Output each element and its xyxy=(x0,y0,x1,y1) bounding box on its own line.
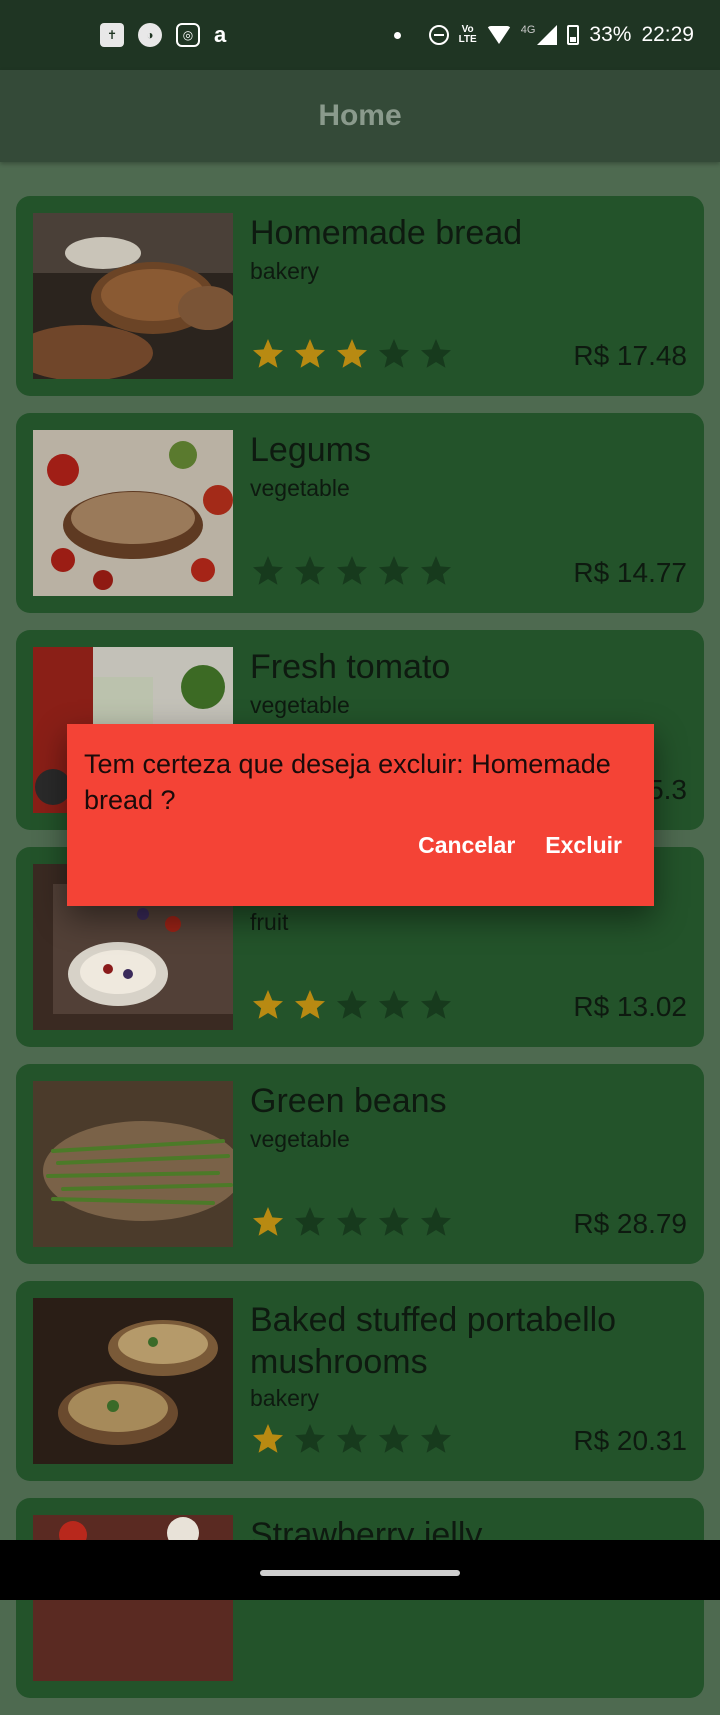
notification-dot-icon xyxy=(393,31,401,39)
product-price: R$ 17.48 xyxy=(573,340,687,371)
star-filled-icon xyxy=(253,339,283,368)
product-category: bakery xyxy=(250,258,320,284)
product-card[interactable]: Legums vegetable R$ 14.77 xyxy=(16,413,704,613)
star-empty-icon xyxy=(379,990,409,1019)
product-category: vegetable xyxy=(250,692,350,718)
star-empty-icon xyxy=(379,1424,409,1453)
star-empty-icon xyxy=(337,556,367,585)
star-empty-icon xyxy=(337,1424,367,1453)
network-type: 4G xyxy=(520,24,536,36)
bible-icon: ✝ xyxy=(100,23,124,47)
product-category: fruit xyxy=(250,909,289,935)
product-card[interactable]: Green beans vegetable R$ 28.79 xyxy=(16,1064,704,1264)
rating-stars xyxy=(250,1421,454,1457)
product-category: bakery xyxy=(250,1385,320,1411)
star-empty-icon xyxy=(295,1207,325,1236)
battery-percent: 33% xyxy=(589,23,632,46)
product-image xyxy=(33,430,233,596)
home-gesture-handle[interactable] xyxy=(260,1570,460,1576)
status-bar: ✝ ◑ ◎ a Vo LTE 4G 33% 22:29 xyxy=(0,0,720,70)
app-bar: Home xyxy=(0,70,720,162)
star-empty-icon xyxy=(379,1207,409,1236)
wifi-icon xyxy=(486,26,511,44)
product-image xyxy=(33,213,233,379)
star-filled-icon xyxy=(253,1424,283,1453)
star-empty-icon xyxy=(337,1207,367,1236)
star-empty-icon xyxy=(421,1207,451,1236)
product-image xyxy=(33,1081,233,1247)
product-category: vegetable xyxy=(250,475,350,501)
star-filled-icon xyxy=(295,990,325,1019)
star-empty-icon xyxy=(295,556,325,585)
star-empty-icon xyxy=(295,1424,325,1453)
star-empty-icon xyxy=(337,990,367,1019)
star-empty-icon xyxy=(421,990,451,1019)
rating-stars xyxy=(250,1204,454,1240)
star-empty-icon xyxy=(421,1424,451,1453)
system-navigation-bar xyxy=(0,1540,720,1600)
rating-stars xyxy=(250,336,454,372)
clock: 22:29 xyxy=(641,23,694,46)
dialog-actions: Cancelar Excluir xyxy=(418,832,622,859)
star-filled-icon xyxy=(253,990,283,1019)
volte-icon: Vo LTE xyxy=(458,24,477,45)
star-empty-icon xyxy=(421,556,451,585)
notification-icons: ✝ ◑ ◎ a xyxy=(100,22,227,47)
star-empty-icon xyxy=(379,339,409,368)
product-name: Legums xyxy=(250,431,371,469)
do-not-disturb-icon xyxy=(428,25,449,45)
product-card[interactable]: Homemade bread bakery R$ 17.48 xyxy=(16,196,704,396)
product-name: Green beans xyxy=(250,1082,447,1120)
product-category: vegetable xyxy=(250,1126,350,1152)
product-price: R$ 13.02 xyxy=(573,991,687,1022)
instagram-icon: ◎ xyxy=(176,23,200,47)
rating-stars xyxy=(250,553,454,589)
system-icons: Vo LTE 4G 33% 22:29 xyxy=(393,23,694,47)
star-empty-icon xyxy=(379,556,409,585)
confirm-delete-button[interactable]: Excluir xyxy=(545,832,622,859)
circle-app-icon: ◑ xyxy=(138,23,162,47)
product-image xyxy=(33,1298,233,1464)
product-name: Fresh tomato xyxy=(250,648,451,686)
product-list[interactable]: Homemade bread bakery R$ 17.48 Legums ve… xyxy=(16,196,704,1715)
product-price: R$ 28.79 xyxy=(573,1208,687,1239)
battery-icon xyxy=(567,25,580,45)
product-name: Baked stuffed portabello mushrooms xyxy=(250,1301,617,1381)
product-price: R$ 14.77 xyxy=(573,557,687,588)
star-empty-icon xyxy=(421,339,451,368)
rating-stars xyxy=(250,987,454,1023)
page-title: Home xyxy=(318,99,402,132)
star-filled-icon xyxy=(253,1207,283,1236)
signal-icon xyxy=(537,25,558,45)
product-name: Homemade bread xyxy=(250,214,523,252)
amazon-icon: a xyxy=(214,22,227,47)
confirm-delete-dialog: Tem certeza que deseja excluir: Homemade… xyxy=(67,724,654,906)
cancel-button[interactable]: Cancelar xyxy=(418,832,515,859)
star-filled-icon xyxy=(295,339,325,368)
star-empty-icon xyxy=(253,556,283,585)
product-price: R$ 20.31 xyxy=(573,1425,687,1456)
star-filled-icon xyxy=(337,339,367,368)
dialog-message: Tem certeza que deseja excluir: Homemade… xyxy=(84,749,611,815)
product-card[interactable]: Baked stuffed portabello mushrooms baker… xyxy=(16,1281,704,1481)
